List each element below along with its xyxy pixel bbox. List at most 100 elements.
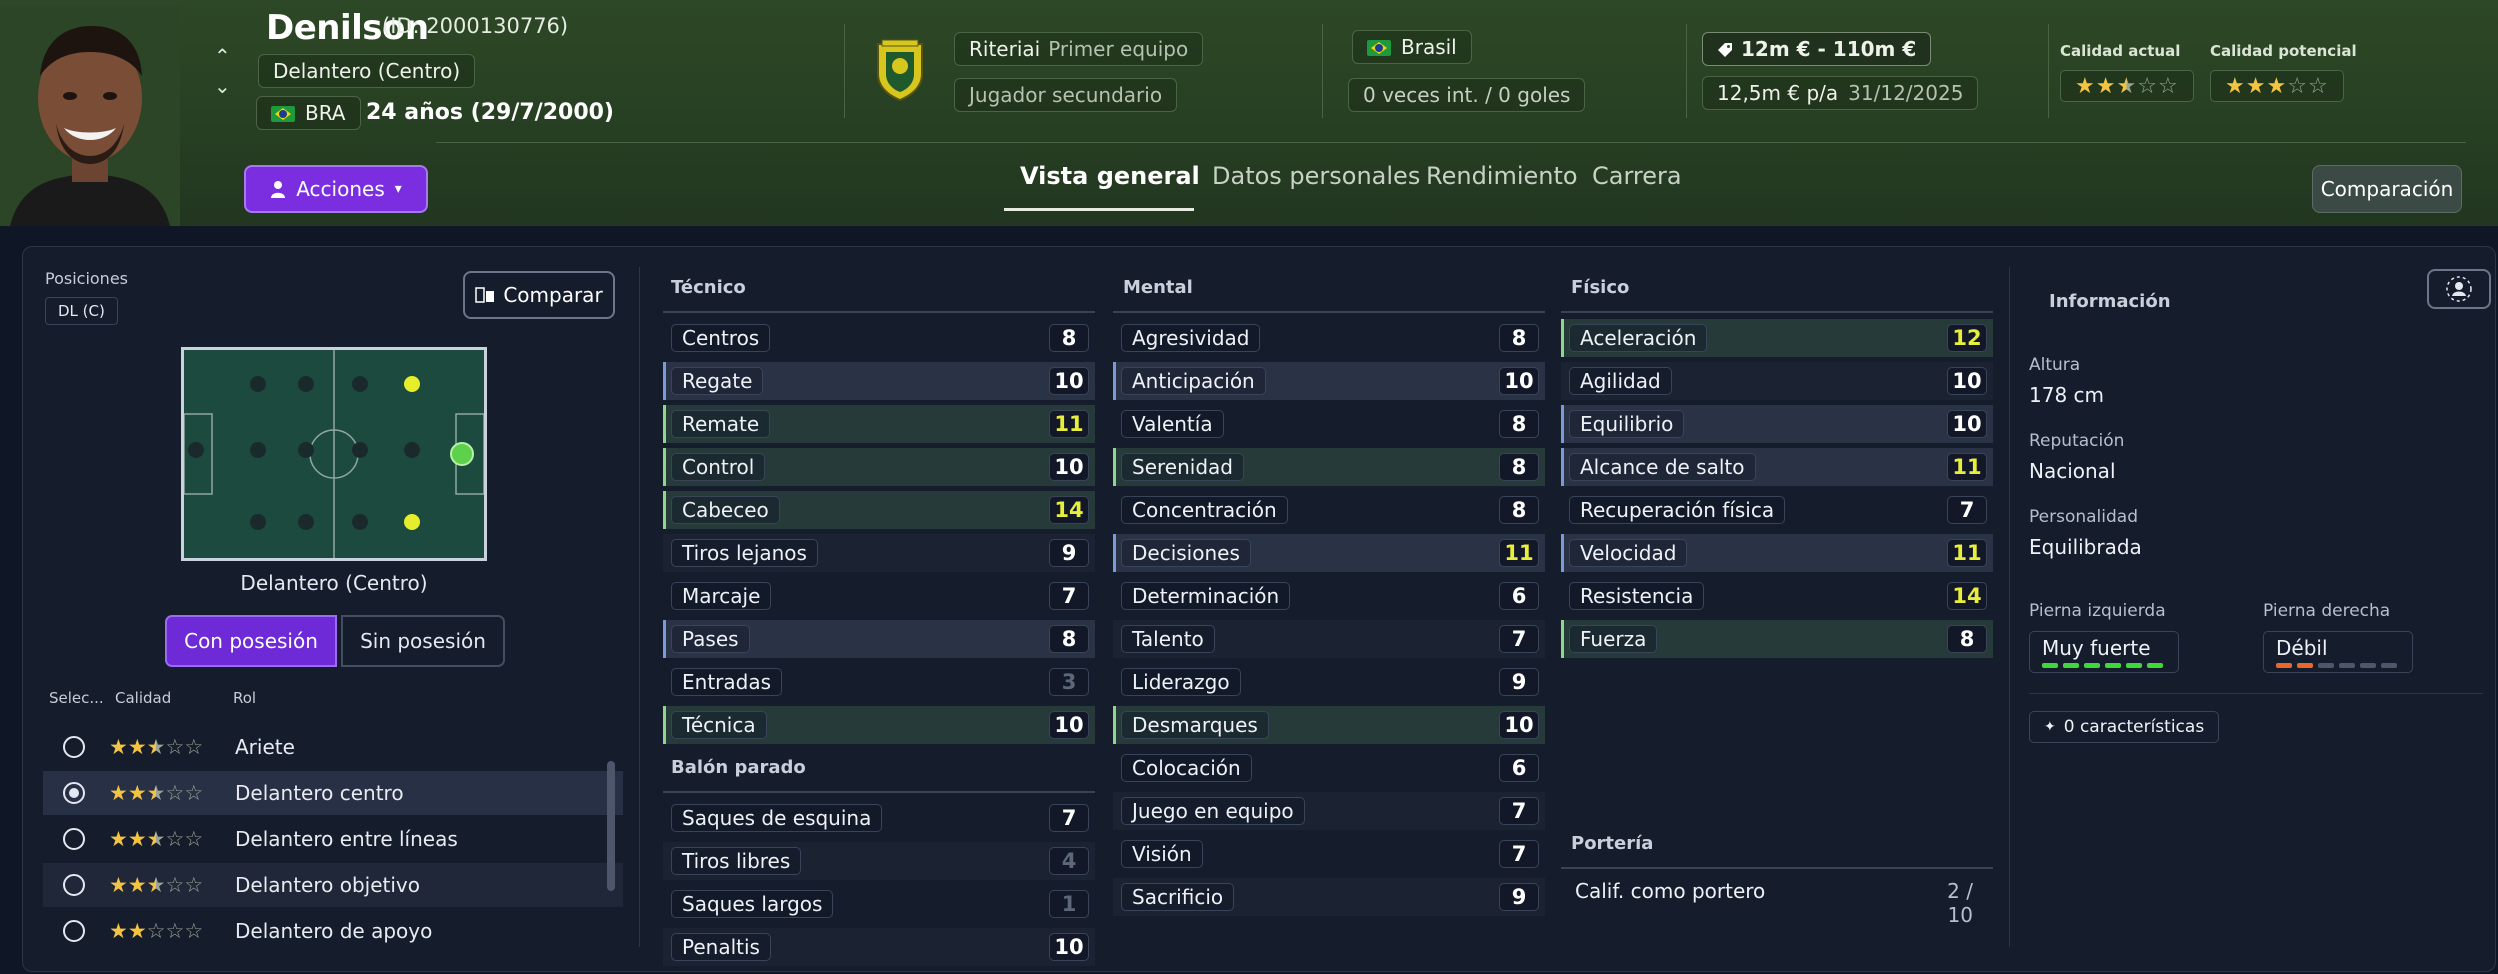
club-squad: Primer equipo	[1048, 37, 1189, 61]
empty-star-icon: ☆	[2287, 73, 2308, 99]
strength-bar	[2084, 663, 2100, 668]
compare-button[interactable]: Comparar	[463, 271, 615, 319]
attribute-row[interactable]: Anticipación 10	[1113, 362, 1545, 400]
out-possession-toggle[interactable]: Sin posesión	[341, 615, 505, 667]
in-possession-toggle[interactable]: Con posesión	[165, 615, 337, 667]
attribute-row[interactable]: Tiros libres 4	[663, 842, 1095, 880]
contract-end: 31/12/2025	[1848, 81, 1964, 105]
position-dot[interactable]	[298, 514, 314, 530]
attribute-value: 11	[1947, 453, 1987, 481]
attribute-row[interactable]: Aceleración 12	[1561, 319, 1993, 357]
attribute-row[interactable]: Velocidad 11	[1561, 534, 1993, 572]
tab-rendimiento[interactable]: Rendimiento	[1426, 162, 1578, 190]
attribute-row[interactable]: Desmarques 10	[1113, 706, 1545, 744]
roles-scrollbar[interactable]	[607, 761, 615, 891]
attribute-row[interactable]: Pases 8	[663, 620, 1095, 658]
position-dot[interactable]	[352, 442, 368, 458]
role-row[interactable]: ★★★☆☆ Delantero centro	[43, 771, 623, 815]
position-dot[interactable]	[250, 514, 266, 530]
club-name: Riteriai	[969, 37, 1041, 61]
attribute-row[interactable]: Entradas 3	[663, 663, 1095, 701]
attribute-row[interactable]: Penaltis 10	[663, 928, 1095, 966]
position-dot[interactable]	[188, 442, 204, 458]
attribute-row[interactable]: Regate 10	[663, 362, 1095, 400]
actions-button[interactable]: Acciones ▾	[244, 165, 428, 213]
role-radio[interactable]	[63, 874, 85, 896]
role-header-select[interactable]: Selec...	[49, 689, 104, 707]
nationality-code: BRA	[305, 101, 346, 125]
position-dot[interactable]	[298, 376, 314, 392]
attribute-row[interactable]: Liderazgo 9	[1113, 663, 1545, 701]
attribute-row[interactable]: Alcance de salto 11	[1561, 448, 1993, 486]
attribute-value: 10	[1947, 367, 1987, 395]
role-radio[interactable]	[63, 920, 85, 942]
attribute-row[interactable]: Tiros lejanos 9	[663, 534, 1095, 572]
attribute-value: 8	[1049, 625, 1089, 653]
position-dot[interactable]	[352, 376, 368, 392]
role-header-role[interactable]: Rol	[233, 689, 256, 707]
attribute-row[interactable]: Saques largos 1	[663, 885, 1095, 923]
attribute-row[interactable]: Marcaje 7	[663, 577, 1095, 615]
attribute-row[interactable]: Cabeceo 14	[663, 491, 1095, 529]
attribute-value: 10	[1049, 711, 1089, 739]
position-dot-yellow[interactable]	[404, 376, 420, 392]
attribute-row[interactable]: Centros 8	[663, 319, 1095, 357]
tab-vista-general[interactable]: Vista general	[1020, 162, 1200, 190]
club-crest-icon[interactable]	[872, 38, 928, 102]
attribute-row[interactable]: Equilibrio 10	[1561, 405, 1993, 443]
club-pill[interactable]: Riteriai Primer equipo	[954, 32, 1204, 66]
attribute-row[interactable]: Concentración 8	[1113, 491, 1545, 529]
position-dot-yellow[interactable]	[404, 514, 420, 530]
role-radio[interactable]	[63, 782, 85, 804]
role-row[interactable]: ★★☆☆☆ Delantero de apoyo	[43, 909, 623, 953]
attribute-value: 10	[1049, 453, 1089, 481]
attribute-row[interactable]: Determinación 6	[1113, 577, 1545, 615]
role-row[interactable]: ★★★☆☆ Delantero objetivo	[43, 863, 623, 907]
role-header-quality[interactable]: Calidad	[115, 689, 171, 707]
position-dot-natural[interactable]	[450, 442, 474, 466]
role-row[interactable]: ★★★☆☆ Delantero entre líneas	[43, 817, 623, 861]
position-dot[interactable]	[250, 442, 266, 458]
characteristics-button[interactable]: ✦ 0 características	[2029, 711, 2220, 743]
comparison-button[interactable]: Comparación	[2312, 165, 2462, 213]
header-divider	[436, 142, 2466, 143]
attribute-row[interactable]: Sacrificio 9	[1113, 878, 1545, 916]
section-divider	[1113, 311, 1545, 313]
attribute-row[interactable]: Decisiones 11	[1113, 534, 1545, 572]
attribute-name: Agilidad	[1569, 367, 1672, 395]
attribute-row[interactable]: Técnica 10	[663, 706, 1095, 744]
strength-bar	[2042, 663, 2058, 668]
attribute-row[interactable]: Visión 7	[1113, 835, 1545, 873]
star-icon: ★	[127, 873, 147, 897]
attribute-row[interactable]: Saques de esquina 7	[663, 799, 1095, 837]
position-dot[interactable]	[250, 376, 266, 392]
position-dot[interactable]	[298, 442, 314, 458]
role-radio[interactable]	[63, 736, 85, 758]
attribute-row[interactable]: Serenidad 8	[1113, 448, 1545, 486]
attribute-row[interactable]: Remate 11	[663, 405, 1095, 443]
attribute-row[interactable]: Control 10	[663, 448, 1095, 486]
attribute-row[interactable]: Agilidad 10	[1561, 362, 1993, 400]
attribute-row[interactable]: Valentía 8	[1113, 405, 1545, 443]
chevron-down-icon[interactable]: ⌄	[214, 74, 231, 98]
role-radio[interactable]	[63, 828, 85, 850]
strength-bar	[2360, 663, 2376, 668]
chevron-up-icon[interactable]: ⌃	[214, 44, 231, 68]
attribute-row[interactable]: Fuerza 8	[1561, 620, 1993, 658]
attribute-row[interactable]: Resistencia 14	[1561, 577, 1993, 615]
attribute-row[interactable]: Recuperación física 7	[1561, 491, 1993, 529]
attribute-row[interactable]: Agresividad 8	[1113, 319, 1545, 357]
position-dot[interactable]	[404, 442, 420, 458]
role-row[interactable]: ★★★☆☆ Ariete	[43, 725, 623, 769]
attribute-row[interactable]: Talento 7	[1113, 620, 1545, 658]
attribute-row[interactable]: Juego en equipo 7	[1113, 792, 1545, 830]
tab-datos-personales[interactable]: Datos personales	[1212, 162, 1420, 190]
attribute-value: 3	[1049, 668, 1089, 696]
tab-carrera[interactable]: Carrera	[1592, 162, 1682, 190]
position-dot[interactable]	[352, 514, 368, 530]
profile-button[interactable]	[2427, 269, 2491, 309]
attribute-value: 9	[1499, 883, 1539, 911]
nation-pill[interactable]: Brasil	[1352, 30, 1472, 64]
strength-bar	[2381, 663, 2397, 668]
attribute-row[interactable]: Colocación 6	[1113, 749, 1545, 787]
